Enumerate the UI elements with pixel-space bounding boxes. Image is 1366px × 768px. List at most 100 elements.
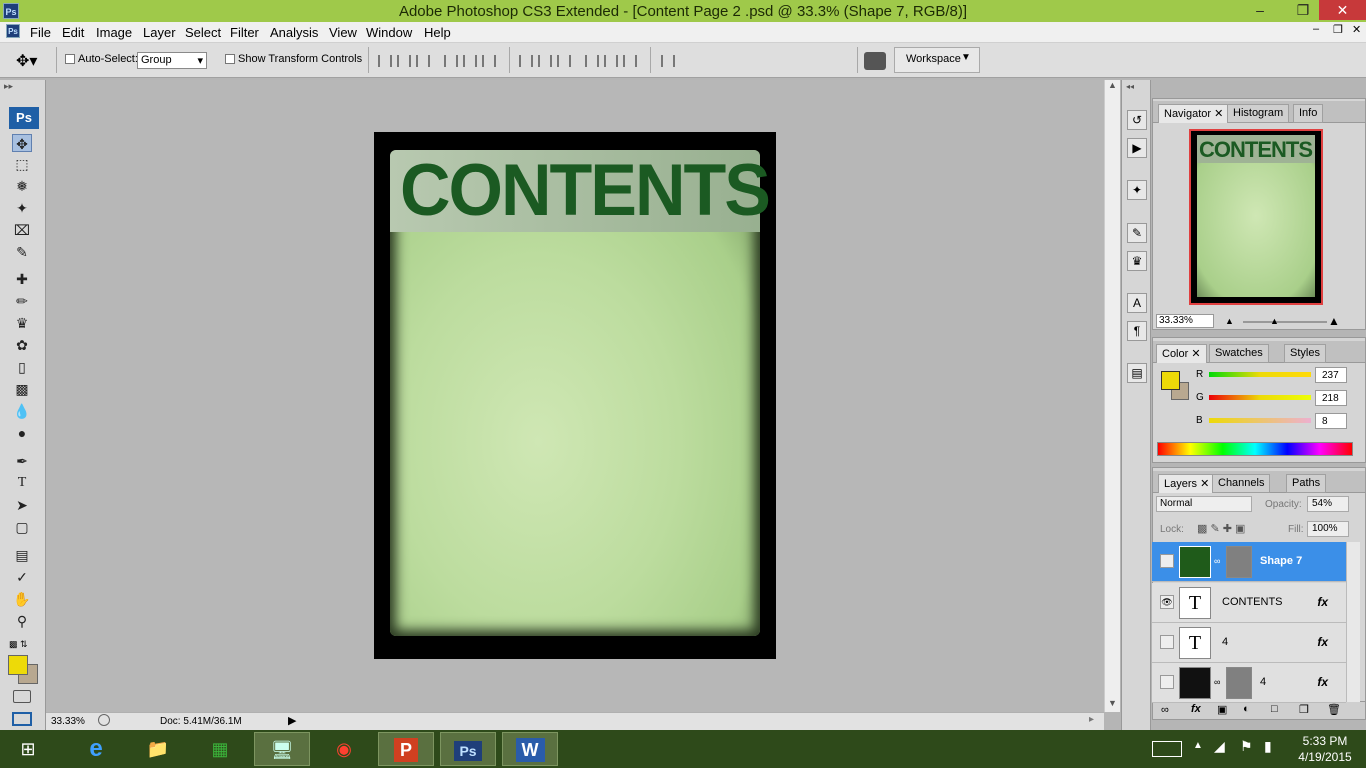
collapse-icon[interactable]: ▸▸ (4, 81, 13, 92)
internet-explorer-icon[interactable]: e (68, 732, 124, 766)
tab-channels[interactable]: Channels (1212, 474, 1271, 493)
vertical-scrollbar[interactable]: ▲ ▼ (1104, 80, 1120, 712)
menu-filter[interactable]: Filter (230, 25, 259, 40)
tab-navigator[interactable]: Navigator ✕ (1158, 104, 1230, 123)
move-tool-preset-icon[interactable]: ✥▾ (16, 51, 37, 71)
network-signal-icon[interactable]: ◢ (1214, 738, 1225, 755)
menu-analysis[interactable]: Analysis (270, 25, 318, 40)
show-hidden-icons-icon[interactable]: ▲ (1193, 740, 1203, 751)
distribute-right-icon[interactable] (623, 55, 637, 67)
visibility-toggle[interactable] (1160, 675, 1174, 689)
zoom-slider-handle[interactable]: ▲ (1270, 316, 1279, 326)
bridge-icon[interactable] (864, 52, 886, 70)
tab-layers[interactable]: Layers ✕ (1158, 474, 1216, 493)
link-layers-icon[interactable]: ∞ (1161, 704, 1169, 716)
hand-tool-icon[interactable]: ✋ (12, 590, 32, 608)
chain-link-icon[interactable]: ∞ (1214, 677, 1220, 687)
distribute-hcenter-icon[interactable] (604, 55, 618, 67)
tab-color[interactable]: Color ✕ (1156, 344, 1207, 363)
foreground-color-swatch[interactable] (8, 655, 28, 675)
fx-icon[interactable]: fx (1317, 595, 1328, 609)
menu-window[interactable]: Window (366, 25, 412, 40)
close-button[interactable]: ✕ (1319, 0, 1366, 20)
b-value-field[interactable]: 8 (1315, 413, 1347, 429)
shape-tool-icon[interactable]: ▢ (12, 518, 32, 536)
magic-wand-tool-icon[interactable]: ✦ (12, 199, 32, 217)
notes-tool-icon[interactable]: ▤ (12, 546, 32, 564)
workspace-button[interactable]: Workspace ▼ (894, 47, 980, 73)
remote-desktop-icon[interactable]: 🖥 (254, 732, 310, 766)
powerpoint-icon[interactable]: P (378, 732, 434, 766)
minimize-button[interactable]: – (1245, 0, 1275, 20)
fill-field[interactable]: 100% (1307, 521, 1349, 537)
distribute-vcenter-icon[interactable] (538, 55, 552, 67)
doc-minimize-button[interactable]: – (1313, 23, 1319, 35)
zoom-tool-icon[interactable]: ⚲ (12, 612, 32, 630)
auto-select-dropdown[interactable]: Group ▾ (137, 52, 207, 69)
delete-layer-icon[interactable]: 🗑 (1327, 703, 1341, 716)
navigator-preview[interactable]: CONTENTS (1189, 129, 1323, 305)
zoom-in-icon[interactable]: ▲ (1328, 314, 1340, 328)
doc-restore-button[interactable]: ❐ (1333, 23, 1343, 36)
menu-select[interactable]: Select (185, 25, 221, 40)
zoom-readout[interactable]: 33.33% (51, 716, 85, 727)
g-value-field[interactable]: 218 (1315, 390, 1347, 406)
close-icon[interactable]: ✕ (1200, 478, 1209, 490)
distribute-top-icon[interactable] (519, 55, 533, 67)
align-top-icon[interactable] (378, 55, 392, 67)
r-slider[interactable] (1209, 372, 1311, 377)
show-transform-checkbox[interactable] (225, 54, 235, 64)
lasso-tool-icon[interactable]: ❅ (12, 177, 32, 195)
fx-icon[interactable]: fx (1317, 675, 1328, 689)
b-slider[interactable] (1209, 418, 1311, 423)
eyedropper-tool-icon[interactable]: ✓ (12, 568, 32, 586)
eye-icon[interactable]: 👁 (1160, 595, 1174, 609)
add-layer-style-icon[interactable]: fx (1191, 703, 1201, 715)
r-value-field[interactable]: 237 (1315, 367, 1347, 383)
gradient-tool-icon[interactable]: ▩ (12, 380, 32, 398)
brushes-panel-icon[interactable]: ✎ (1127, 223, 1147, 243)
new-layer-icon[interactable]: ❐ (1299, 703, 1309, 716)
clone-source-icon[interactable]: ♛ (1127, 251, 1147, 271)
character-panel-icon[interactable]: A (1127, 293, 1147, 313)
keyboard-icon[interactable] (1152, 741, 1182, 757)
marquee-tool-icon[interactable]: ⬚ (12, 155, 32, 173)
layer-row-4-text[interactable]: T 4 fx (1152, 623, 1346, 663)
close-icon[interactable]: ✕ (1214, 108, 1223, 120)
auto-align-layers-icon[interactable] (661, 55, 675, 67)
navigator-zoom-field[interactable]: 33.33% (1156, 314, 1214, 328)
screen-mode-icon[interactable] (12, 712, 32, 726)
layer-comps-icon[interactable]: ▤ (1127, 363, 1147, 383)
system-clock[interactable]: 5:33 PM 4/19/2015 (1290, 733, 1360, 765)
start-windows-icon[interactable]: ⊞ (0, 732, 56, 766)
layers-scrollbar[interactable] (1346, 542, 1360, 702)
distribute-left-icon[interactable] (585, 55, 599, 67)
lock-icons[interactable]: ▩ ✎ ✚ ▣ (1197, 522, 1245, 535)
tool-presets-icon[interactable]: ✦ (1127, 180, 1147, 200)
tab-swatches[interactable]: Swatches (1209, 344, 1269, 363)
paragraph-panel-icon[interactable]: ¶ (1127, 321, 1147, 341)
word-icon[interactable]: W (502, 732, 558, 766)
status-menu-arrow-icon[interactable]: ▶ (288, 714, 296, 727)
history-brush-icon[interactable]: ✿ (12, 336, 32, 354)
collapse-dock-icon[interactable]: ◂◂ (1126, 82, 1134, 91)
blend-mode-dropdown[interactable]: Normal (1156, 496, 1252, 512)
eraser-tool-icon[interactable]: ▯ (12, 358, 32, 376)
fx-icon[interactable]: fx (1317, 635, 1328, 649)
store-icon[interactable]: ▦ (192, 732, 248, 766)
file-explorer-icon[interactable]: 📁 (130, 732, 186, 766)
menu-file[interactable]: File (30, 25, 51, 40)
doc-close-button[interactable]: ✕ (1352, 23, 1361, 36)
g-slider[interactable] (1209, 395, 1311, 400)
menu-layer[interactable]: Layer (143, 25, 176, 40)
zoom-out-icon[interactable]: ▲ (1225, 316, 1234, 326)
photoshop-taskbar-icon[interactable]: Ps (440, 732, 496, 766)
menu-view[interactable]: View (329, 25, 357, 40)
quick-mask-icon[interactable] (13, 690, 31, 703)
tab-paths[interactable]: Paths (1286, 474, 1327, 493)
tab-styles[interactable]: Styles (1284, 344, 1326, 363)
scroll-right-icon[interactable]: ▸ (1089, 714, 1094, 725)
distribute-bottom-icon[interactable] (557, 55, 571, 67)
tab-info[interactable]: Info (1293, 104, 1324, 123)
visibility-toggle[interactable] (1160, 554, 1174, 568)
